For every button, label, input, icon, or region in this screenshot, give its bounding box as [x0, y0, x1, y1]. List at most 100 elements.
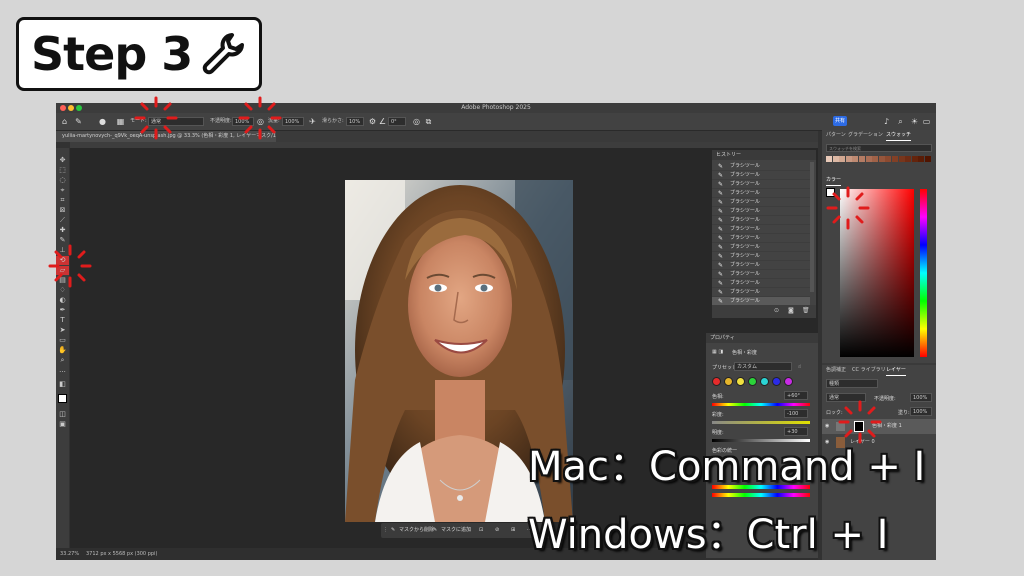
mask-option-icon[interactable]: ⊡ — [479, 523, 483, 538]
tab-cc-libraries[interactable]: CC ライブラリ — [852, 365, 886, 375]
screen-mode-icon[interactable]: ▣ — [56, 420, 69, 429]
zoom-level[interactable]: 33.27% — [60, 548, 79, 560]
move-tool-icon[interactable]: ✥ — [56, 156, 69, 165]
history-item[interactable]: ✎ ブラシツール — [712, 288, 810, 297]
colorize-swatch[interactable] — [736, 377, 745, 386]
healing-brush-tool-icon[interactable]: ✚ — [56, 226, 69, 235]
object-select-tool-icon[interactable]: ⌖ — [56, 186, 69, 195]
brush-settings-icon[interactable]: ▦ — [116, 117, 125, 126]
mask-refine-icon[interactable]: ⊘ — [495, 523, 499, 538]
history-item[interactable]: ✎ ブラシツール — [712, 261, 810, 270]
brush-tool-icon[interactable]: ✎ — [74, 117, 83, 126]
colorize-swatch[interactable] — [760, 377, 769, 386]
hue-slider[interactable] — [712, 403, 810, 406]
marquee-tool-icon[interactable]: ⬚ — [56, 166, 69, 175]
crop-tool-icon[interactable]: ⌗ — [56, 196, 69, 205]
history-item[interactable]: ✎ ブラシツール — [712, 225, 810, 234]
layer-kind-filter[interactable]: 種類 — [826, 379, 878, 388]
history-item[interactable]: ✎ ブラシツール — [712, 243, 810, 252]
swatch-chip[interactable] — [845, 156, 852, 162]
pen-tool-icon[interactable]: ✒ — [56, 306, 69, 315]
brush-preset-icon[interactable]: ● — [98, 117, 107, 126]
hue-input[interactable]: +60° — [784, 391, 808, 400]
swatch-chip[interactable] — [832, 156, 839, 162]
tab-swatches[interactable]: スウォッチ — [886, 130, 912, 141]
history-scrollbar[interactable] — [810, 162, 814, 292]
visibility-eye-icon[interactable]: ◉ — [825, 419, 829, 434]
tab-layers[interactable]: レイヤー — [886, 365, 906, 376]
preset-select[interactable]: カスタム — [734, 362, 792, 371]
foreground-color-swatch[interactable] — [58, 394, 67, 403]
saturation-input[interactable]: -100 — [784, 409, 808, 418]
hue-strip[interactable] — [920, 189, 927, 357]
swatch-chip[interactable] — [865, 156, 872, 162]
swatch-chip[interactable] — [892, 156, 898, 162]
hand-adjust-icon[interactable]: ☝ — [798, 364, 801, 370]
history-item[interactable]: ✎ ブラシツール — [712, 180, 810, 189]
quick-mask-icon[interactable]: ◫ — [56, 410, 69, 419]
history-item[interactable]: ✎ ブラシツール — [712, 270, 810, 279]
history-item[interactable]: ✎ ブラシツール — [712, 252, 810, 261]
default-colors-icon[interactable]: ◧ — [56, 380, 69, 389]
mask-invert-icon[interactable]: ⊞ — [511, 523, 515, 538]
lightbulb-icon[interactable]: ☀ — [910, 117, 919, 126]
saturation-slider[interactable] — [712, 421, 810, 424]
tab-gradients[interactable]: グラデーション — [848, 130, 883, 140]
workspace-icon[interactable]: ▭ — [922, 117, 931, 126]
camera-icon[interactable]: ◙ — [788, 307, 794, 314]
swatch-chip[interactable] — [826, 156, 832, 162]
add-to-mask-button[interactable]: マスクに追加 — [441, 523, 471, 538]
pressure-size-icon[interactable]: ◎ — [412, 117, 421, 126]
swatch-chip[interactable] — [852, 156, 859, 162]
share-button[interactable]: 共有 — [833, 116, 847, 126]
swatch-chip[interactable] — [918, 156, 925, 162]
swatch-chip[interactable] — [905, 156, 912, 162]
tab-adjustments[interactable]: 色調補正 — [826, 365, 846, 375]
smoothing-gear-icon[interactable]: ⚙ — [368, 117, 377, 126]
shape-tool-icon[interactable]: ▭ — [56, 336, 69, 345]
bell-icon[interactable]: ♪ — [882, 117, 891, 126]
swatch-search-input[interactable]: スウォッチを検索 — [826, 144, 932, 152]
eyedropper-tool-icon[interactable]: ⟋ — [56, 216, 69, 225]
history-item[interactable]: ✎ ブラシツール — [712, 216, 810, 225]
fill-input[interactable]: 100% — [910, 407, 932, 416]
flow-input[interactable]: 100% — [282, 117, 304, 126]
airbrush-icon[interactable]: ✈ — [308, 117, 317, 126]
swatch-chip[interactable] — [925, 156, 931, 162]
path-select-tool-icon[interactable]: ➤ — [56, 326, 69, 335]
colorize-swatch[interactable] — [784, 377, 793, 386]
swatch-chip[interactable] — [872, 156, 879, 162]
type-tool-icon[interactable]: T — [56, 316, 69, 325]
zoom-tool-icon[interactable]: ⌕ — [56, 356, 69, 365]
smoothing-input[interactable]: 10% — [346, 117, 364, 126]
home-icon[interactable]: ⌂ — [60, 117, 69, 126]
swatch-chip[interactable] — [878, 156, 885, 162]
snapshot-icon[interactable]: ⊙ — [774, 307, 779, 314]
history-item[interactable]: ✎ ブラシツール — [712, 207, 810, 216]
colorize-swatch[interactable] — [772, 377, 781, 386]
colorize-swatch[interactable] — [748, 377, 757, 386]
history-item[interactable]: ✎ ブラシツール — [712, 189, 810, 198]
swatch-chip[interactable] — [859, 156, 865, 162]
trash-icon[interactable]: 🗑 — [802, 307, 810, 314]
colorize-swatch[interactable] — [724, 377, 733, 386]
swatch-chip[interactable] — [898, 156, 905, 162]
drag-handle-icon[interactable]: ⋮ — [383, 523, 388, 538]
swatch-chip[interactable] — [885, 156, 892, 162]
swatch-chip[interactable] — [839, 156, 846, 162]
angle-input[interactable]: 0° — [388, 117, 406, 126]
layer-opacity-input[interactable]: 100% — [910, 393, 932, 402]
search-icon[interactable]: ⌕ — [896, 117, 905, 126]
history-item[interactable]: ✎ ブラシツール — [712, 234, 810, 243]
history-item[interactable]: ✎ ブラシツール — [712, 162, 810, 171]
hand-tool-icon[interactable]: ✋ — [56, 346, 69, 355]
more-tools-icon[interactable]: ··· — [56, 368, 69, 377]
history-item[interactable]: ✎ ブラシツール — [712, 279, 810, 288]
swatch-chip[interactable] — [911, 156, 918, 162]
history-item[interactable]: ✎ ブラシツール — [712, 171, 810, 180]
dodge-tool-icon[interactable]: ◐ — [56, 296, 69, 305]
history-item[interactable]: ✎ ブラシツール — [712, 198, 810, 207]
symmetry-icon[interactable]: ⧉ — [424, 117, 433, 126]
colorize-swatch[interactable] — [712, 377, 721, 386]
subtract-from-mask-button[interactable]: マスクから削除 — [399, 523, 434, 538]
